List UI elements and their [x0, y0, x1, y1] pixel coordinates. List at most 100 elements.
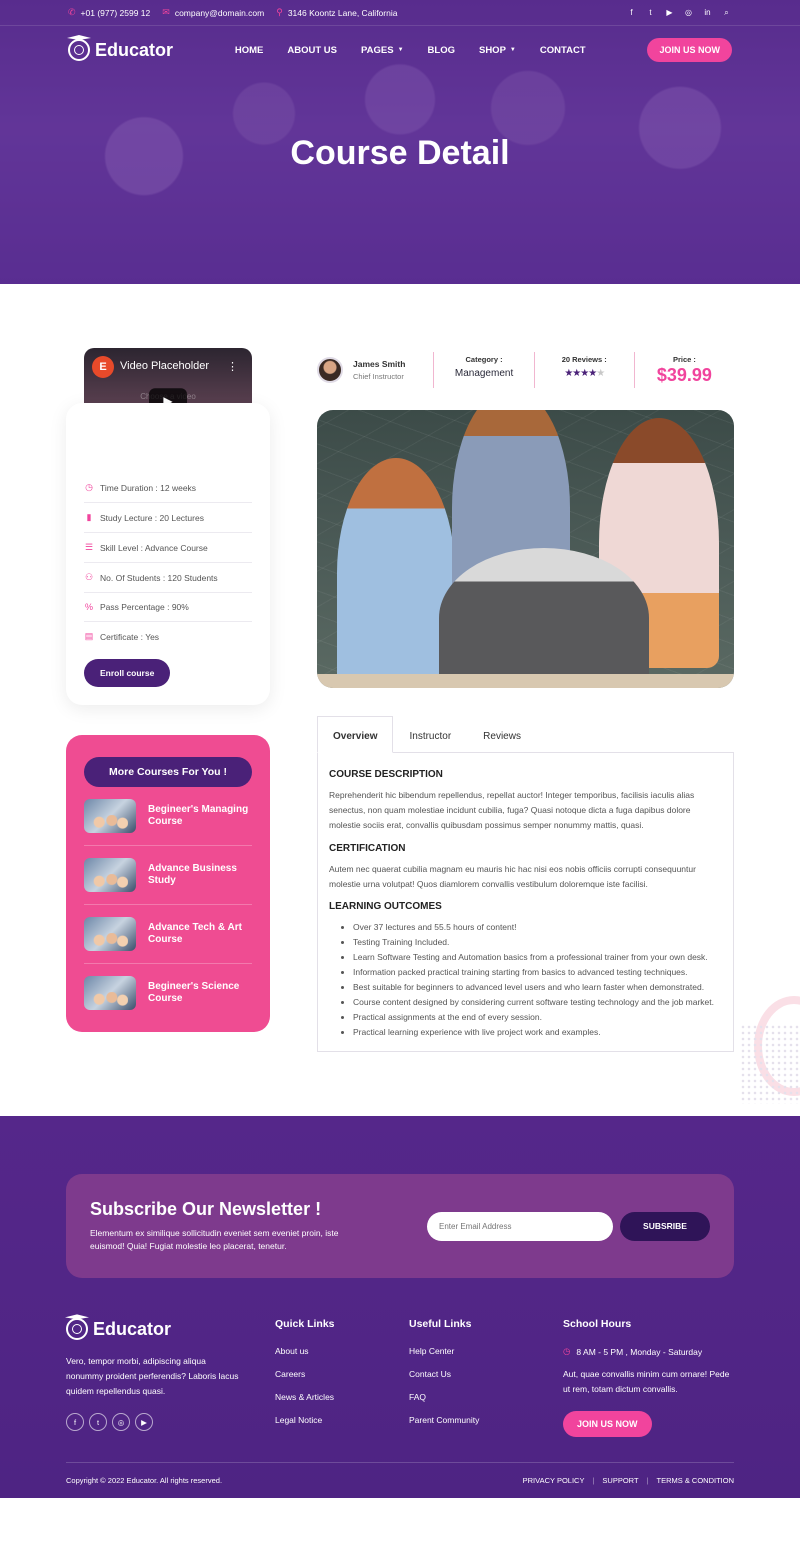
youtube-icon[interactable]: ▶ — [135, 1413, 153, 1431]
list-item: Over 37 lectures and 55.5 hours of conte… — [353, 920, 722, 935]
nav-item-shop[interactable]: SHOP ▼ — [479, 45, 516, 56]
price-cell: Price : $39.99 — [635, 352, 734, 388]
useful-links-column: Useful Links Help Center Contact Us FAQ … — [409, 1318, 563, 1438]
certificate-icon: ▤ — [84, 631, 94, 641]
nav-item-blog[interactable]: BLOG — [428, 45, 455, 56]
tab-instructor[interactable]: Instructor — [393, 716, 467, 753]
facebook-icon[interactable]: f — [66, 1413, 84, 1431]
nav-item-about-us[interactable]: ABOUT US — [287, 45, 337, 56]
youtube-icon[interactable]: ▶ — [664, 7, 675, 18]
address-contact: ⚲ 3146 Koontz Lane, California — [276, 7, 397, 18]
join-us-button[interactable]: JOIN US NOW — [647, 38, 732, 62]
footer-logo[interactable]: Educator — [66, 1318, 275, 1341]
footer-link-careers[interactable]: Careers — [275, 1369, 409, 1379]
reviews-cell: 20 Reviews : ★★★★★ — [535, 352, 635, 388]
main-nav: Educator HOME ABOUT US PAGES ▼ BLOG SHOP ▼… — [0, 26, 800, 74]
hero-header: ✆ +01 (977) 2599 12 ✉ company@domain.com… — [0, 0, 800, 284]
clock-icon: ◷ — [85, 482, 93, 492]
desk — [317, 674, 734, 688]
nav-item-contact[interactable]: CONTACT — [540, 45, 586, 56]
course-link-title[interactable]: Begineer's Science Course — [148, 981, 252, 1005]
price-label: Price : — [672, 355, 696, 364]
clock-icon: ◷ — [563, 1346, 571, 1357]
section-text: Reprehenderit hic bibendum repellendus, … — [329, 790, 695, 830]
info-text: Pass Percentage : 90% — [100, 602, 189, 612]
nav-label: HOME — [234, 44, 264, 56]
instructor-name: James Smith — [353, 359, 406, 369]
search-icon[interactable]: ⌕ — [721, 7, 732, 18]
copyright-text: Copyright © 2022 Educator. All rights re… — [66, 1476, 223, 1486]
info-text: Time Duration : 12 weeks — [100, 482, 197, 493]
instructor-info[interactable]: James Smith Chief Instructor — [317, 352, 435, 388]
info-text: No. Of Students : 120 Students — [100, 572, 218, 583]
section-heading: CERTIFICATION — [329, 842, 406, 854]
footer-join-us-button[interactable]: JOIN US NOW — [563, 1411, 652, 1438]
more-options-icon[interactable]: ⋮ — [227, 360, 238, 373]
footer-link-community[interactable]: Parent Community — [409, 1415, 563, 1425]
page-title: Course Detail — [290, 134, 510, 172]
footer-link-faq[interactable]: FAQ — [409, 1392, 563, 1402]
footer-columns: Educator Vero, tempor morbi, adipiscing … — [66, 1318, 734, 1438]
tab-overview[interactable]: Overview — [317, 716, 394, 753]
learning-outcomes-list: Over 37 lectures and 55.5 hours of conte… — [329, 920, 722, 1039]
star-icon: ★ — [596, 368, 605, 379]
nav-label: BLOG — [427, 44, 455, 56]
instagram-icon[interactable]: ◎ — [683, 7, 694, 18]
section-text: Autem nec quaerat cubilia magnam eu maur… — [329, 863, 696, 889]
course-thumbnail — [84, 799, 136, 833]
course-link-title[interactable]: Begineer's Managing Course — [148, 804, 252, 828]
nav-item-home[interactable]: HOME — [235, 45, 264, 56]
course-link-title[interactable]: Advance Tech & Art Course — [148, 922, 252, 946]
student-figure — [337, 458, 455, 688]
instagram-icon[interactable]: ◎ — [112, 1413, 130, 1431]
more-course-item[interactable]: Begineer's Science Course — [84, 964, 252, 1022]
top-bar: ✆ +01 (977) 2599 12 ✉ company@domain.com… — [0, 0, 800, 26]
tab-reviews[interactable]: Reviews — [467, 716, 537, 753]
more-courses-card: More Courses For You ! Begineer's Managi… — [66, 735, 270, 1032]
subscribe-button[interactable]: SUBSRIBE — [620, 1211, 710, 1241]
email-contact[interactable]: ✉ company@domain.com — [162, 7, 264, 18]
email-field[interactable] — [427, 1211, 613, 1241]
footer-link-about[interactable]: About us — [275, 1346, 409, 1356]
footer-about-text: Vero, tempor morbi, adipiscing aliqua no… — [66, 1356, 239, 1397]
nav-label: PAGES — [361, 44, 394, 56]
privacy-policy-link[interactable]: PRIVACY POLICY — [515, 1476, 593, 1485]
more-courses-title: More Courses For You ! — [84, 757, 252, 787]
reviews-label: 20 Reviews : — [561, 355, 607, 364]
list-item: Practical learning experience with live … — [353, 1025, 722, 1040]
phone-contact[interactable]: ✆ +01 (977) 2599 12 — [68, 7, 150, 18]
terms-link[interactable]: TERMS & CONDITION — [648, 1476, 734, 1485]
users-icon: ⚇ — [84, 572, 94, 582]
section-heading: COURSE DESCRIPTION — [329, 769, 443, 780]
footer-link-news[interactable]: News & Articles — [275, 1392, 409, 1402]
enroll-course-button[interactable]: Enroll course — [84, 659, 171, 687]
nav-item-pages[interactable]: PAGES ▼ — [361, 45, 404, 56]
footer-link-legal[interactable]: Legal Notice — [275, 1415, 409, 1425]
info-certificate: ▤ Certificate : Yes — [84, 622, 252, 651]
twitter-icon[interactable]: t — [645, 7, 656, 18]
footer-link-contact[interactable]: Contact Us — [409, 1369, 563, 1379]
info-duration: ◷ Time Duration : 12 weeks — [84, 473, 252, 503]
more-course-item[interactable]: Advance Tech & Art Course — [84, 905, 252, 964]
more-course-item[interactable]: Advance Business Study — [84, 846, 252, 905]
globe-cap-icon — [66, 1318, 88, 1341]
facebook-icon[interactable]: f — [626, 7, 637, 18]
footer-social-icons: f t ◎ ▶ — [66, 1413, 275, 1431]
more-course-item[interactable]: Begineer's Managing Course — [84, 787, 252, 846]
column-title: School Hours — [563, 1318, 632, 1331]
list-item: Information packed practical training st… — [353, 965, 722, 980]
site-logo[interactable]: Educator — [68, 39, 173, 61]
hours-text: 8 AM - 5 PM , Monday - Saturday — [576, 1346, 703, 1357]
support-link[interactable]: SUPPORT — [594, 1476, 646, 1485]
legal-links: PRIVACY POLICY | SUPPORT | TERMS & CONDI… — [515, 1476, 734, 1485]
list-item: Course content designed by considering c… — [353, 995, 722, 1010]
linkedin-icon[interactable]: in — [702, 7, 713, 18]
mail-icon: ✉ — [162, 7, 170, 17]
section-heading: LEARNING OUTCOMES — [329, 901, 442, 913]
twitter-icon[interactable]: t — [89, 1413, 107, 1431]
globe-cap-icon — [68, 39, 90, 61]
column-title: Useful Links — [409, 1318, 472, 1331]
list-icon: ☰ — [84, 542, 94, 552]
footer-link-help[interactable]: Help Center — [409, 1346, 563, 1356]
course-link-title[interactable]: Advance Business Study — [148, 863, 252, 887]
